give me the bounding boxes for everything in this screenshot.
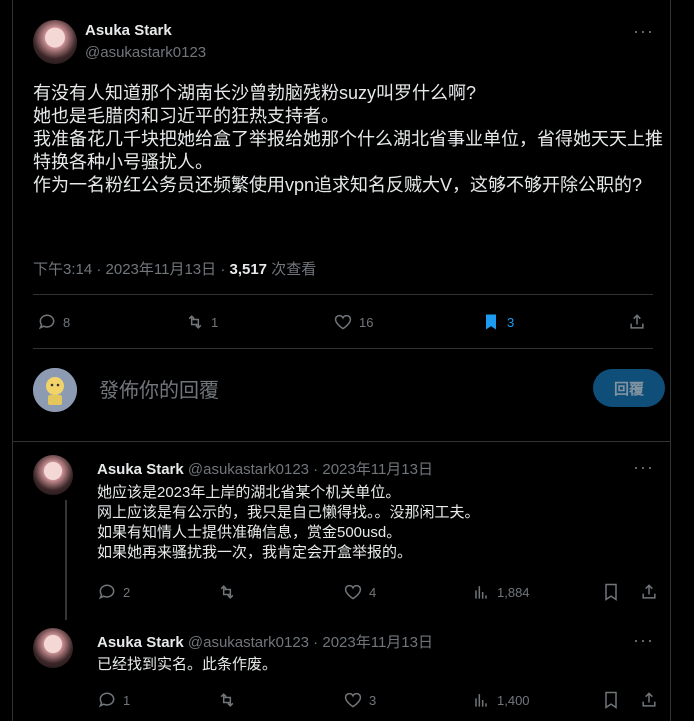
divider bbox=[33, 348, 653, 349]
view-count: 3,517 bbox=[229, 261, 268, 278]
retweet-icon bbox=[220, 693, 234, 707]
retweet-icon bbox=[188, 315, 202, 329]
tweet-text: 有没有人知道那个湖南长沙曾勃脑残粉suzy叫罗什么啊? 她也是毛腊肉和习近平的狂… bbox=[33, 83, 663, 195]
retweet-count: 1 bbox=[211, 314, 219, 330]
heart-icon bbox=[344, 584, 362, 600]
reply-text: 她应该是2023年上岸的湖北省某个机关单位。 网上应该是有公示的，我只是自己懒得… bbox=[97, 484, 480, 561]
bookmark-count: 3 bbox=[507, 314, 515, 330]
author-handle[interactable]: @asukastark0123 bbox=[85, 44, 206, 61]
author-name[interactable]: Asuka Stark bbox=[97, 634, 184, 651]
view-count-label: 次查看 bbox=[267, 261, 317, 278]
thread-line bbox=[65, 500, 67, 620]
share-action[interactable] bbox=[627, 312, 647, 332]
view-count: 1,884 bbox=[497, 584, 530, 600]
reply-icon bbox=[98, 584, 115, 600]
reply-action[interactable]: 2 bbox=[97, 582, 130, 602]
avatar[interactable] bbox=[33, 455, 73, 495]
reply-count: 2 bbox=[123, 584, 131, 600]
reply-text: 已经找到实名。此条作废。 bbox=[97, 656, 278, 673]
like-action[interactable]: 4 bbox=[343, 582, 376, 602]
like-count: 16 bbox=[359, 314, 374, 330]
more-options-icon[interactable]: ··· bbox=[633, 458, 654, 476]
heart-icon bbox=[344, 692, 362, 708]
view-count: 1,400 bbox=[497, 692, 530, 708]
share-icon bbox=[630, 314, 644, 329]
analytics-icon bbox=[475, 586, 487, 599]
avatar[interactable] bbox=[33, 628, 73, 668]
author-name[interactable]: Asuka Stark bbox=[85, 22, 172, 39]
tweet-timestamp[interactable]: 下午3:14 · 2023年11月13日 · bbox=[33, 261, 229, 278]
bookmark-filled-icon bbox=[486, 314, 496, 330]
like-action[interactable]: 16 bbox=[333, 312, 373, 332]
bookmark-action[interactable] bbox=[601, 690, 621, 710]
like-count: 4 bbox=[369, 584, 377, 600]
timeline-column: Asuka Stark @asukastark0123 ··· 有没有人知道那个… bbox=[12, 0, 671, 721]
reply-button[interactable]: 回覆 bbox=[593, 369, 665, 407]
author-name[interactable]: Asuka Stark bbox=[97, 461, 184, 478]
reply-icon bbox=[98, 692, 115, 708]
bookmark-icon bbox=[605, 583, 617, 601]
heart-icon bbox=[334, 314, 352, 330]
reply-icon bbox=[38, 314, 55, 330]
more-options-icon[interactable]: ··· bbox=[633, 22, 654, 40]
divider bbox=[33, 294, 653, 295]
reply-header: Asuka Stark @asukastark0123 · 2023年11月13… bbox=[97, 458, 433, 479]
retweet-icon bbox=[220, 585, 234, 599]
share-icon bbox=[642, 584, 656, 599]
reply-header: Asuka Stark @asukastark0123 · 2023年11月13… bbox=[97, 631, 433, 652]
reply-count: 8 bbox=[63, 314, 71, 330]
retweet-action[interactable]: 1 bbox=[185, 312, 218, 332]
like-count: 3 bbox=[369, 692, 377, 708]
bookmark-action[interactable]: 3 bbox=[481, 312, 514, 332]
tweet-meta: 下午3:14 · 2023年11月13日 · 3,517 次查看 bbox=[33, 258, 316, 279]
views-action[interactable]: 1,400 bbox=[471, 690, 530, 710]
more-options-icon[interactable]: ··· bbox=[633, 631, 654, 649]
reply-action[interactable]: 1 bbox=[97, 690, 130, 710]
user-avatar[interactable] bbox=[33, 368, 77, 412]
reply-action[interactable]: 8 bbox=[37, 312, 70, 332]
bookmark-icon bbox=[605, 691, 617, 709]
retweet-action[interactable] bbox=[217, 690, 237, 710]
section-divider bbox=[13, 441, 670, 442]
avatar[interactable] bbox=[33, 20, 77, 64]
analytics-icon bbox=[475, 694, 487, 707]
author-handle-date[interactable]: @asukastark0123 · 2023年11月13日 bbox=[188, 634, 433, 651]
reply-input[interactable]: 發佈你的回覆 bbox=[99, 374, 219, 403]
like-action[interactable]: 3 bbox=[343, 690, 376, 710]
cartoon-avatar-icon bbox=[33, 368, 77, 412]
author-handle-date[interactable]: @asukastark0123 · 2023年11月13日 bbox=[188, 461, 433, 478]
bookmark-action[interactable] bbox=[601, 582, 621, 602]
share-action[interactable] bbox=[639, 582, 659, 602]
reply-count: 1 bbox=[123, 692, 131, 708]
views-action[interactable]: 1,884 bbox=[471, 582, 530, 602]
retweet-action[interactable] bbox=[217, 582, 237, 602]
share-icon bbox=[642, 692, 656, 707]
share-action[interactable] bbox=[639, 690, 659, 710]
